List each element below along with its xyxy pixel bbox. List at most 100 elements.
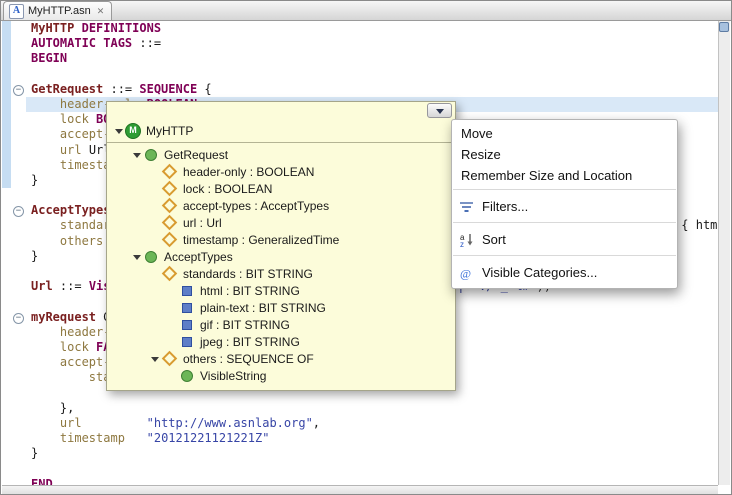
menu-item-label: Visible Categories... xyxy=(482,262,597,283)
outline-row-label: jpeg : BIT STRING xyxy=(200,335,300,349)
tab-close-icon[interactable]: ✕ xyxy=(97,6,105,17)
bit-icon xyxy=(182,337,192,347)
menu-separator xyxy=(453,189,676,190)
outline-row-label: html : BIT STRING xyxy=(200,284,300,298)
code-token: "http://www.asnlab.org" xyxy=(147,416,313,430)
code-token: }, xyxy=(31,401,74,415)
menu-item-label: Resize xyxy=(461,147,501,162)
code-token xyxy=(31,355,60,369)
code-token: , xyxy=(313,416,320,430)
code-line[interactable]: timestamp "20121221121221Z" xyxy=(2,431,718,446)
menu-separator xyxy=(453,222,676,223)
code-token xyxy=(31,127,60,141)
outline-row[interactable]: AcceptTypes xyxy=(107,248,455,265)
code-token: END xyxy=(31,477,53,485)
outline-row[interactable]: gif : BIT STRING xyxy=(107,316,455,333)
code-line[interactable]: MyHTTP DEFINITIONS xyxy=(2,21,718,36)
outline-row[interactable]: jpeg : BIT STRING xyxy=(107,333,455,350)
menu-item-label: Remember Size and Location xyxy=(461,168,632,183)
outline-row[interactable]: VisibleString xyxy=(107,367,455,384)
code-token: } xyxy=(31,173,38,187)
svg-text:@: @ xyxy=(460,267,471,281)
code-line[interactable]: BEGIN xyxy=(2,51,718,66)
outline-row[interactable]: MMyHTTP xyxy=(107,122,455,139)
outline-row-label: standards : BIT STRING xyxy=(183,267,313,281)
menu-item-sort[interactable]: azSort xyxy=(452,226,677,252)
code-line[interactable] xyxy=(2,67,718,82)
outline-row-label: gif : BIT STRING xyxy=(200,318,290,332)
outline-row-label: url : Url xyxy=(183,216,222,230)
code-token: myRequest xyxy=(31,310,96,324)
menu-item-label: Filters... xyxy=(482,196,528,217)
tab-myhttp-asn[interactable]: A MyHTTP.asn ✕ xyxy=(3,1,112,20)
code-token: DEFINITIONS xyxy=(82,21,161,35)
code-token: url xyxy=(60,143,82,157)
fold-collapse-icon[interactable]: − xyxy=(13,206,24,217)
code-line[interactable]: AUTOMATIC TAGS ::= xyxy=(2,36,718,51)
code-token xyxy=(89,112,96,126)
menu-separator xyxy=(453,255,676,256)
visible-categories-icon: @ xyxy=(459,265,475,279)
outline-row[interactable]: accept-types : AcceptTypes xyxy=(107,197,455,214)
field-icon xyxy=(162,351,178,367)
tab-bar: A MyHTTP.asn ✕ xyxy=(1,1,731,21)
code-line[interactable]: END xyxy=(2,477,718,485)
field-icon xyxy=(162,215,178,231)
code-token xyxy=(31,340,60,354)
code-token: ::= xyxy=(103,82,139,96)
bit-icon xyxy=(182,320,192,330)
code-line[interactable] xyxy=(2,461,718,476)
code-token: GetRequest xyxy=(31,82,103,96)
tree-expand-arrow-icon[interactable] xyxy=(151,354,161,364)
menu-item-remember-size-and-location[interactable]: Remember Size and Location xyxy=(452,165,677,186)
outline-menu-button[interactable] xyxy=(427,103,452,118)
tree-expand-arrow-icon[interactable] xyxy=(115,126,125,136)
outline-row[interactable]: url : Url xyxy=(107,214,455,231)
menu-item-label: Sort xyxy=(482,229,506,250)
code-line[interactable]: }, xyxy=(2,401,718,416)
tree-expand-arrow-icon[interactable] xyxy=(133,150,143,160)
outline-row[interactable]: header-only : BOOLEAN xyxy=(107,163,455,180)
outline-row[interactable]: GetRequest xyxy=(107,146,455,163)
code-token: url xyxy=(60,416,82,430)
outline-row-label: header-only : BOOLEAN xyxy=(183,165,314,179)
asn-file-icon: A xyxy=(9,4,24,19)
tab-title: MyHTTP.asn xyxy=(28,5,91,17)
menu-item-move[interactable]: Move xyxy=(452,123,677,144)
outline-row-label: others : SEQUENCE OF xyxy=(183,352,314,366)
code-token: } xyxy=(31,446,38,460)
outline-row[interactable]: standards : BIT STRING xyxy=(107,265,455,282)
code-token: "20121221121221Z" xyxy=(147,431,270,445)
svg-text:z: z xyxy=(460,240,464,247)
outline-row[interactable]: plain-text : BIT STRING xyxy=(107,299,455,316)
fold-collapse-icon[interactable]: − xyxy=(13,85,24,96)
filters-icon xyxy=(459,199,475,213)
code-line[interactable]: url "http://www.asnlab.org", xyxy=(2,416,718,431)
horizontal-scrollbar[interactable] xyxy=(2,485,718,494)
code-token: ::= xyxy=(132,36,161,50)
outline-row-label: lock : BOOLEAN xyxy=(183,182,272,196)
code-token xyxy=(125,431,147,445)
code-line[interactable]: GetRequest ::= SEQUENCE { xyxy=(2,82,718,97)
code-token: { html }, xyxy=(674,218,718,232)
code-token xyxy=(31,97,60,111)
outline-row-label: plain-text : BIT STRING xyxy=(200,301,326,315)
outline-row[interactable]: lock : BOOLEAN xyxy=(107,180,455,197)
code-line[interactable]: } xyxy=(2,446,718,461)
tree-expand-arrow-icon[interactable] xyxy=(133,252,143,262)
menu-item-resize[interactable]: Resize xyxy=(452,144,677,165)
menu-item-visible-categories[interactable]: @ Visible Categories... xyxy=(452,259,677,285)
code-token xyxy=(31,325,60,339)
code-token: others xyxy=(60,234,103,248)
field-icon xyxy=(162,266,178,282)
vertical-scrollbar[interactable] xyxy=(718,21,730,485)
code-token xyxy=(31,234,60,248)
outline-row[interactable]: timestamp : GeneralizedTime xyxy=(107,231,455,248)
outline-row[interactable]: others : SEQUENCE OF xyxy=(107,350,455,367)
fold-collapse-icon[interactable]: − xyxy=(13,313,24,324)
code-token xyxy=(89,340,96,354)
fold-gutter[interactable]: − − − xyxy=(12,21,27,485)
menu-item-filters[interactable]: Filters... xyxy=(452,193,677,219)
outline-row[interactable]: html : BIT STRING xyxy=(107,282,455,299)
code-token: } xyxy=(31,249,38,263)
